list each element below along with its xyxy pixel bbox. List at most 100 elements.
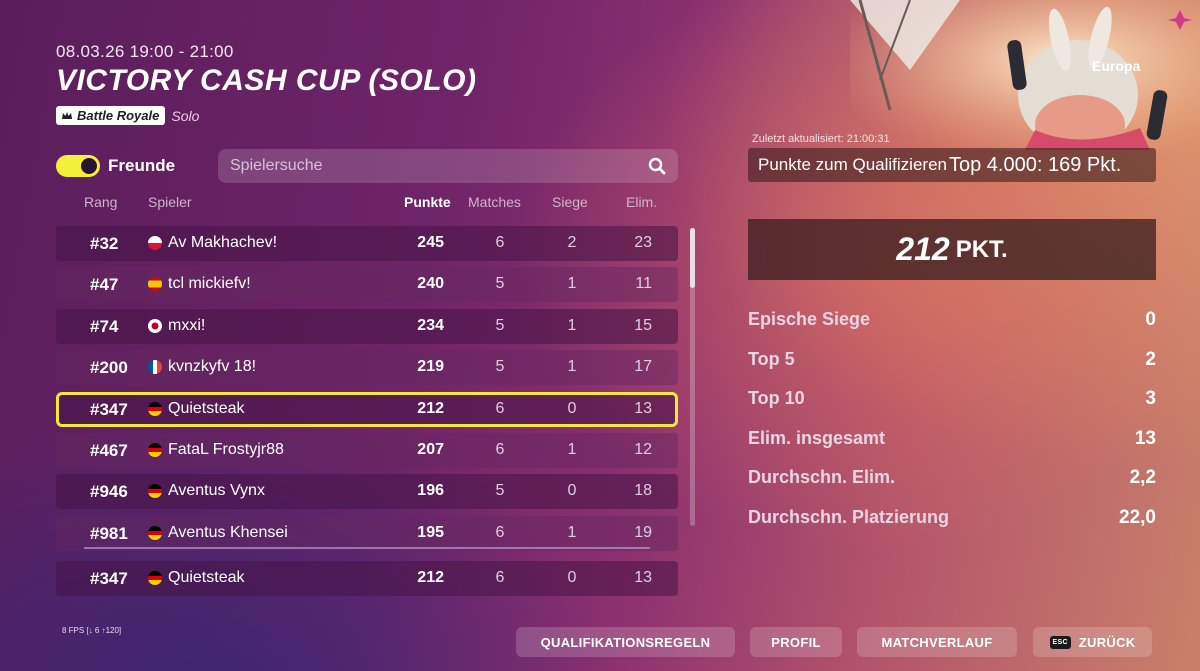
- row-points: 219: [417, 358, 444, 376]
- mode-row: Battle Royale Solo: [56, 106, 199, 125]
- search-box[interactable]: [218, 149, 678, 183]
- table-row-own[interactable]: #347 Quietsteak 212 6 0 13: [56, 561, 678, 596]
- stat-row: Durchschn. Platzierung 22,0: [748, 507, 1156, 547]
- flag-japan-icon: [148, 318, 162, 333]
- row-player: Quietsteak: [168, 399, 245, 417]
- mode-label: Battle Royale: [77, 108, 160, 123]
- leaderboard-scrollbar[interactable]: [690, 228, 695, 526]
- table-row[interactable]: #47 tcl mickiefv! 240 5 1 11: [56, 267, 678, 303]
- region-label: Europa: [1092, 58, 1141, 74]
- table-row[interactable]: #946 Aventus Vynx 196 5 0 18: [56, 474, 678, 510]
- back-button[interactable]: ESC ZURÜCK: [1033, 627, 1152, 657]
- leaderboard-list: #32 Av Makhachev! 245 6 2 23 #47 tcl mic…: [56, 226, 678, 557]
- stats-list: Epische Siege 0 Top 5 2 Top 10 3 Elim. insg…: [748, 309, 1156, 546]
- col-wins[interactable]: Siege: [552, 194, 588, 210]
- table-row[interactable]: #32 Av Makhachev! 245 6 2 23: [56, 226, 678, 261]
- row-rank: #467: [90, 440, 128, 460]
- row-wins: 0: [567, 399, 577, 417]
- points-total: 212: [896, 231, 950, 267]
- row-points: 240: [417, 275, 444, 293]
- row-player: tcl mickiefv!: [168, 275, 251, 293]
- flag-poland-icon: [148, 236, 162, 250]
- row-points: 212: [417, 399, 444, 417]
- mode-sublabel: Solo: [171, 107, 200, 124]
- search-input[interactable]: [230, 157, 630, 175]
- own-rank-row[interactable]: #347 Quietsteak 212 6 0 13: [56, 561, 678, 602]
- row-elims: 17: [634, 358, 652, 376]
- row-elims: 13: [634, 399, 652, 417]
- row-points: 195: [417, 523, 444, 541]
- stat-value: 0: [1145, 309, 1156, 330]
- back-label: ZURÜCK: [1078, 634, 1136, 650]
- row-rank: #200: [90, 358, 128, 378]
- table-row-current-player[interactable]: #347 Quietsteak 212 6 0 13: [56, 391, 678, 427]
- profile-button[interactable]: PROFIL: [750, 627, 842, 657]
- stat-value: 3: [1145, 388, 1156, 409]
- row-rank: #946: [90, 482, 128, 502]
- event-date: 08.03.26 19:00 - 21:00: [56, 42, 234, 61]
- table-row[interactable]: #981 Aventus Khensei 195 6 1 19: [56, 515, 678, 551]
- flag-germany-icon: [148, 571, 162, 585]
- col-rank: Rang: [84, 194, 118, 210]
- stat-row: Epische Siege 0: [748, 309, 1156, 349]
- page-title: VICTORY CASH CUP (SOLO): [56, 64, 477, 97]
- row-player: Av Makhachev!: [168, 234, 278, 251]
- col-matches[interactable]: Matches: [468, 194, 521, 210]
- stat-row: Top 10 3: [748, 388, 1156, 428]
- row-elims: 23: [634, 234, 652, 251]
- row-wins: 2: [567, 234, 577, 251]
- row-elims: 15: [634, 316, 652, 334]
- col-elims[interactable]: Elim.: [626, 194, 657, 210]
- row-matches: 6: [495, 569, 505, 586]
- table-row[interactable]: #200 kvnzkyfv 18! 219 5 1 17: [56, 350, 678, 386]
- row-wins: 0: [567, 569, 577, 586]
- stat-label: Top 5: [748, 348, 795, 369]
- flag-spain-icon: [148, 277, 162, 292]
- stat-value: 2,2: [1129, 467, 1156, 488]
- table-header: Rang Spieler Punkte Matches Siege Elim.: [56, 194, 678, 212]
- friends-toggle[interactable]: [56, 155, 100, 177]
- row-elims: 13: [634, 569, 652, 586]
- row-wins: 1: [567, 523, 577, 541]
- row-rank: #47: [90, 275, 119, 295]
- row-player: FataL Frostyjr88: [168, 440, 284, 458]
- row-wins: 0: [567, 482, 577, 500]
- table-row[interactable]: #74 mxxi! 234 5 1 15: [56, 308, 678, 344]
- stat-label: Durchschn. Platzierung: [748, 506, 950, 527]
- stat-label: Epische Siege: [748, 309, 871, 329]
- row-player: kvnzkyfv 18!: [168, 358, 257, 376]
- flag-germany-icon: [148, 442, 162, 457]
- table-row[interactable]: #467 FataL Frostyjr88 207 6 1 12: [56, 432, 678, 468]
- scrollbar-thumb[interactable]: [690, 228, 695, 288]
- row-points: 212: [417, 569, 444, 586]
- stat-row: Top 5 2: [748, 349, 1156, 389]
- row-matches: 6: [495, 440, 505, 458]
- row-elims: 11: [635, 275, 652, 293]
- row-rank: #74: [90, 316, 119, 336]
- row-matches: 5: [495, 358, 505, 376]
- row-matches: 6: [495, 523, 505, 541]
- row-elims: 18: [634, 482, 652, 500]
- match-history-button[interactable]: MATCHVERLAUF: [857, 627, 1017, 657]
- search-icon[interactable]: [648, 157, 666, 175]
- row-points: 245: [417, 234, 444, 251]
- stat-value: 2: [1145, 348, 1156, 370]
- row-matches: 5: [495, 316, 505, 334]
- col-points[interactable]: Punkte: [404, 194, 451, 210]
- stat-label: Durchschn. Elim.: [748, 467, 896, 487]
- stat-value: 13: [1134, 427, 1156, 449]
- row-player: Aventus Khensei: [168, 523, 288, 541]
- flag-germany-icon: [148, 525, 162, 540]
- flag-germany-icon: [148, 484, 162, 499]
- qualify-value: Top 4.000: 169 Pkt.: [948, 153, 1122, 176]
- qualification-rules-button[interactable]: QUALIFIKATIONSREGELN: [516, 627, 735, 657]
- points-unit: PKT.: [955, 235, 1008, 263]
- row-rank: #347: [90, 569, 128, 588]
- esc-key-icon: ESC: [1049, 635, 1071, 649]
- row-elims: 19: [634, 523, 652, 541]
- toggle-knob: [81, 158, 97, 174]
- flag-germany-icon: [148, 401, 162, 416]
- row-player: Quietsteak: [168, 569, 245, 586]
- row-elims: 12: [634, 440, 652, 458]
- row-wins: 1: [567, 316, 577, 334]
